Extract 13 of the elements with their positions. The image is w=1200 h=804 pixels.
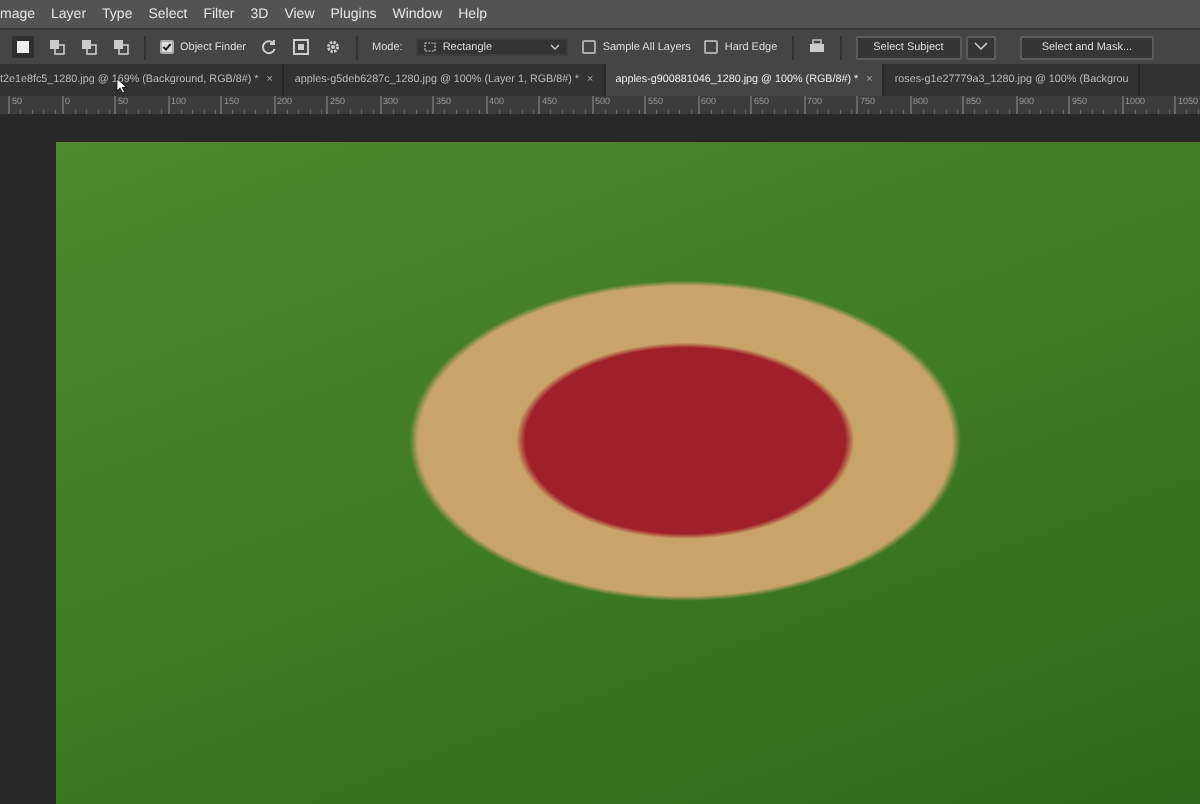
marquee-icon bbox=[424, 42, 437, 52]
caret-icon bbox=[973, 41, 988, 49]
checkbox[interactable] bbox=[704, 40, 719, 54]
refresh-icon[interactable] bbox=[260, 38, 279, 56]
printer-icon[interactable] bbox=[807, 38, 826, 56]
settings-icon[interactable] bbox=[324, 38, 343, 56]
frame-icon[interactable] bbox=[292, 38, 311, 56]
caret-icon bbox=[550, 44, 561, 50]
checkbox[interactable] bbox=[582, 40, 597, 54]
new-selection-icon[interactable] bbox=[14, 38, 32, 56]
dropdown-button[interactable] bbox=[965, 35, 996, 59]
checkbox[interactable] bbox=[160, 40, 174, 54]
mouse-pointer-icon bbox=[116, 78, 128, 94]
